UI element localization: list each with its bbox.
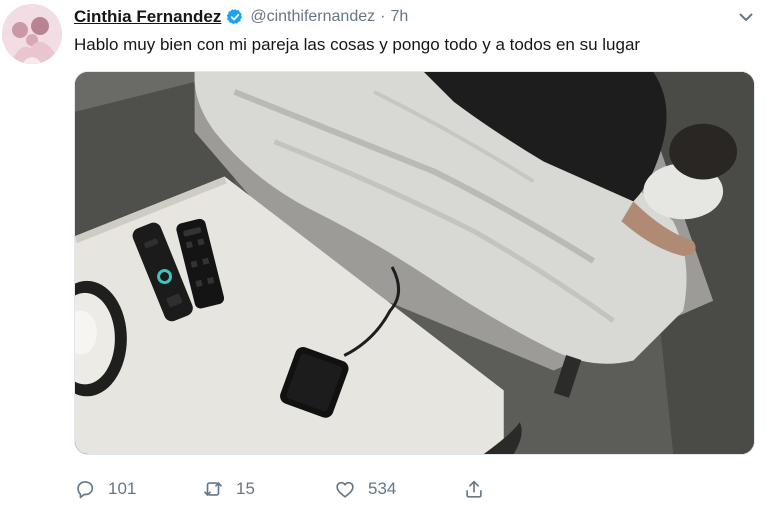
retweet-count: 15 <box>236 479 255 498</box>
heart-icon <box>334 478 356 500</box>
share-icon <box>463 478 485 500</box>
verified-badge-icon <box>226 8 244 26</box>
tweet-header: Cinthia Fernandez @cinthifernandez · 7h <box>74 6 408 28</box>
tweet[interactable]: Cinthia Fernandez @cinthifernandez · 7h … <box>0 0 767 517</box>
retweet-button[interactable]: 15 <box>202 476 255 502</box>
author-name[interactable]: Cinthia Fernandez <box>74 7 221 27</box>
meta-separator: · <box>380 8 386 25</box>
tweet-media-photo[interactable] <box>74 71 755 455</box>
avatar-image <box>2 4 62 64</box>
reply-count: 101 <box>108 479 137 498</box>
reply-icon <box>74 478 96 500</box>
avatar[interactable] <box>2 4 62 64</box>
chevron-down-icon[interactable] <box>737 8 755 26</box>
reply-button[interactable]: 101 <box>74 476 136 502</box>
like-count: 534 <box>368 479 397 498</box>
like-button[interactable]: 534 <box>334 476 396 502</box>
tweet-timestamp[interactable]: 7h <box>390 8 408 26</box>
retweet-icon <box>202 478 224 500</box>
tweet-actions: 101 15 534 <box>74 476 494 502</box>
author-handle[interactable]: @cinthifernandez <box>250 8 375 26</box>
photo-illustration <box>75 72 754 454</box>
share-button[interactable] <box>463 476 485 502</box>
tweet-text: Hablo muy bien con mi pareja las cosas y… <box>74 35 641 54</box>
